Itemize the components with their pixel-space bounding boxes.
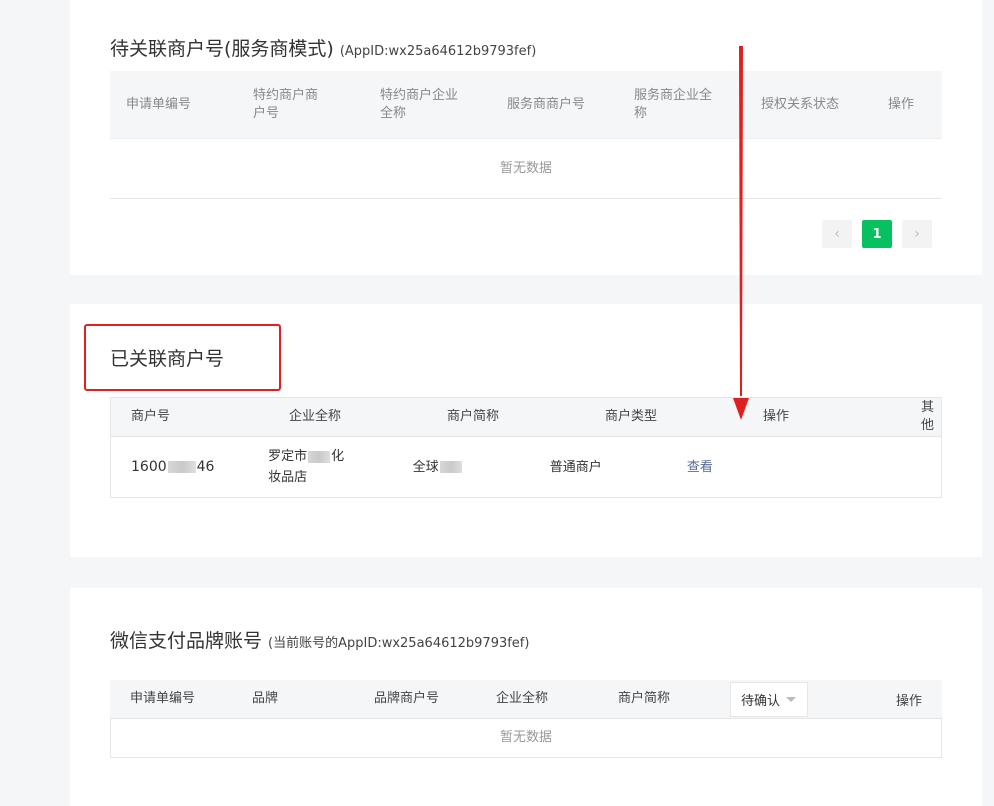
col-sub-merchant-name: 特约商户企业全称 xyxy=(380,87,459,121)
status-filter-select[interactable]: 待确认 xyxy=(730,681,808,717)
col-sub-merchant-no: 特约商户商户号 xyxy=(253,87,319,121)
company-name-cell: 罗定市 化妆品店 xyxy=(248,446,393,488)
col-company-name: 企业全称 xyxy=(289,409,342,424)
redacted-mask xyxy=(439,461,462,473)
col-brand-company-name: 企业全称 xyxy=(496,691,549,706)
col-operation: 操作 xyxy=(763,409,790,424)
pending-table-header: 申请单编号 特约商户商户号 特约商户企业全称 服务商商户号 服务商企业全称 授权… xyxy=(110,71,942,139)
merchant-no-suffix: 46 xyxy=(196,458,215,475)
col-provider-no: 服务商商户号 xyxy=(507,96,586,112)
merchant-no-prefix: 1600 xyxy=(131,458,167,475)
col-provider-name: 服务商企业全称 xyxy=(634,87,713,121)
brand-empty-text: 暂无数据 xyxy=(110,719,942,758)
status-filter-value: 待确认 xyxy=(741,693,781,709)
col-auth-status: 授权关系状态 xyxy=(761,96,840,112)
merchant-type-cell: 普通商户 xyxy=(549,459,602,475)
col-application-no: 申请单编号 xyxy=(126,96,192,112)
view-link[interactable]: 查看 xyxy=(667,457,804,478)
company-name-prefix: 罗定市 xyxy=(268,449,308,464)
col-brand: 品牌 xyxy=(252,691,279,706)
page-1-button[interactable]: 1 xyxy=(862,220,892,248)
col-actions: 操作 xyxy=(888,96,915,112)
annotation-highlight-box xyxy=(84,324,281,391)
col-short-name: 商户简称 xyxy=(447,409,500,424)
redacted-mask xyxy=(167,460,196,473)
pagination: ‹ 1 › xyxy=(822,220,932,248)
next-page-button[interactable]: › xyxy=(902,220,932,248)
brand-table: 申请单编号 品牌 品牌商户号 企业全称 商户简称 待确认 操作 暂无数据 xyxy=(110,680,942,758)
linked-table: 商户号 企业全称 商户简称 商户类型 操作 其他 1600 46 罗定市 化妆品店 … xyxy=(110,397,942,498)
pending-merchant-card: 待关联商户号(服务商模式) (AppID:wx25a64612b9793fef) … xyxy=(70,0,982,275)
col-merchant-type: 商户类型 xyxy=(605,409,658,424)
pending-section-title: 待关联商户号(服务商模式) (AppID:wx25a64612b9793fef) xyxy=(110,34,536,61)
redacted-mask xyxy=(308,450,331,463)
col-brand-actions: 操作 xyxy=(895,693,922,709)
brand-table-header: 申请单编号 品牌 品牌商户号 企业全称 商户简称 待确认 操作 xyxy=(110,680,942,719)
pending-empty-text: 暂无数据 xyxy=(110,139,942,199)
annotation-arrow-icon xyxy=(733,46,749,420)
table-row: 1600 46 罗定市 化妆品店 全球 普通商户 查看 xyxy=(111,437,941,497)
linked-table-header: 商户号 企业全称 商户简称 商户类型 操作 其他 xyxy=(111,398,941,437)
brand-account-card: 微信支付品牌账号 (当前账号的AppID:wx25a64612b9793fef) … xyxy=(70,588,982,806)
pending-table: 申请单编号 特约商户商户号 特约商户企业全称 服务商商户号 服务商企业全称 授权… xyxy=(110,71,942,199)
brand-appid-text: (当前账号的AppID:wx25a64612b9793fef) xyxy=(268,636,530,651)
col-brand-merchant-no: 品牌商户号 xyxy=(374,691,440,706)
brand-title-text: 微信支付品牌账号 xyxy=(110,630,263,652)
col-merchant-no: 商户号 xyxy=(131,409,171,424)
brand-section-title: 微信支付品牌账号 (当前账号的AppID:wx25a64612b9793fef) xyxy=(110,626,529,653)
prev-page-button[interactable]: ‹ xyxy=(822,220,852,248)
col-other: 其他 xyxy=(921,400,935,433)
col-brand-application-no: 申请单编号 xyxy=(130,691,196,706)
short-name-prefix: 全球 xyxy=(412,459,439,475)
merchant-no-cell: 1600 46 xyxy=(111,457,248,478)
col-brand-short-name: 商户简称 xyxy=(618,691,671,706)
short-name-cell: 全球 xyxy=(393,457,530,478)
pending-appid-text: (AppID:wx25a64612b9793fef) xyxy=(339,44,537,59)
chevron-down-icon xyxy=(786,696,797,702)
pending-title-text: 待关联商户号(服务商模式) xyxy=(110,38,334,60)
